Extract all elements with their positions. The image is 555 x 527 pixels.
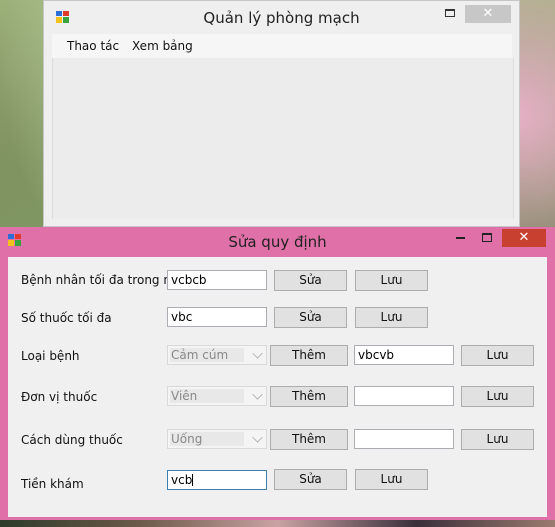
save-drug-unit-button[interactable]: Lưu (461, 386, 534, 407)
edit-max-drugs-button[interactable]: Sửa (274, 307, 347, 328)
menu-bar: Thao tác Xem bảng (52, 34, 512, 59)
new-drug-usage-input[interactable] (354, 429, 454, 449)
save-disease-type-button[interactable]: Lưu (461, 345, 534, 366)
close-icon[interactable]: ✕ (465, 5, 511, 23)
dialog-client-area: Bệnh nhân tối đa trong ngày vcbcb Sửa Lư… (8, 257, 547, 517)
menu-item-xem-bang[interactable]: Xem bảng (132, 39, 193, 53)
new-drug-unit-input[interactable] (354, 386, 454, 406)
settings-dialog: Sửa quy định ✕ Bệnh nhân tối đa trong ng… (0, 227, 555, 520)
menu-item-thao-tac[interactable]: Thao tác (67, 39, 119, 53)
disease-type-combo-value: Cảm cúm (170, 348, 244, 362)
main-window: Quản lý phòng mạch ✕ Thao tác Xem bảng (43, 0, 520, 227)
add-drug-usage-button[interactable]: Thêm (270, 429, 348, 450)
max-drugs-input[interactable]: vbc (167, 307, 267, 327)
new-disease-type-input[interactable]: vbcvb (354, 345, 454, 365)
exam-fee-value: vcb (171, 473, 193, 487)
save-max-drugs-button[interactable]: Lưu (355, 307, 428, 328)
main-title-bar[interactable]: Quản lý phòng mạch ✕ (44, 1, 519, 33)
exam-fee-input[interactable]: vcb (167, 470, 267, 490)
label-disease-type: Loại bệnh (21, 349, 80, 363)
drug-usage-combo-value: Uống (170, 432, 244, 446)
text-caret (192, 474, 194, 486)
dropdown-arrow-icon[interactable] (252, 348, 263, 359)
save-drug-usage-button[interactable]: Lưu (461, 429, 534, 450)
add-disease-type-button[interactable]: Thêm (270, 345, 348, 366)
maximize-icon[interactable] (482, 233, 492, 242)
drug-unit-combo[interactable]: Viên (167, 386, 267, 406)
label-exam-fee: Tiền khám (21, 477, 84, 491)
save-exam-fee-button[interactable]: Lưu (355, 469, 428, 490)
dropdown-arrow-icon[interactable] (252, 389, 263, 400)
max-patients-input[interactable]: vcbcb (167, 270, 267, 290)
main-client-area (52, 58, 514, 219)
edit-max-patients-button[interactable]: Sửa (274, 270, 347, 291)
drug-usage-combo[interactable]: Uống (167, 429, 267, 449)
close-icon[interactable]: ✕ (502, 229, 546, 247)
dialog-title: Sửa quy định (228, 233, 327, 251)
maximize-icon[interactable] (445, 9, 455, 17)
edit-exam-fee-button[interactable]: Sửa (274, 469, 347, 490)
add-drug-unit-button[interactable]: Thêm (270, 386, 348, 407)
drug-unit-combo-value: Viên (170, 389, 244, 403)
dropdown-arrow-icon[interactable] (252, 432, 263, 443)
minimize-icon[interactable] (456, 237, 465, 239)
label-drug-usage: Cách dùng thuốc (21, 433, 123, 447)
desktop-wallpaper-strip (0, 520, 555, 527)
save-max-patients-button[interactable]: Lưu (355, 270, 428, 291)
disease-type-combo[interactable]: Cảm cúm (167, 345, 267, 365)
label-drug-unit: Đơn vị thuốc (21, 390, 98, 404)
label-max-drugs: Số thuốc tối đa (21, 311, 112, 325)
